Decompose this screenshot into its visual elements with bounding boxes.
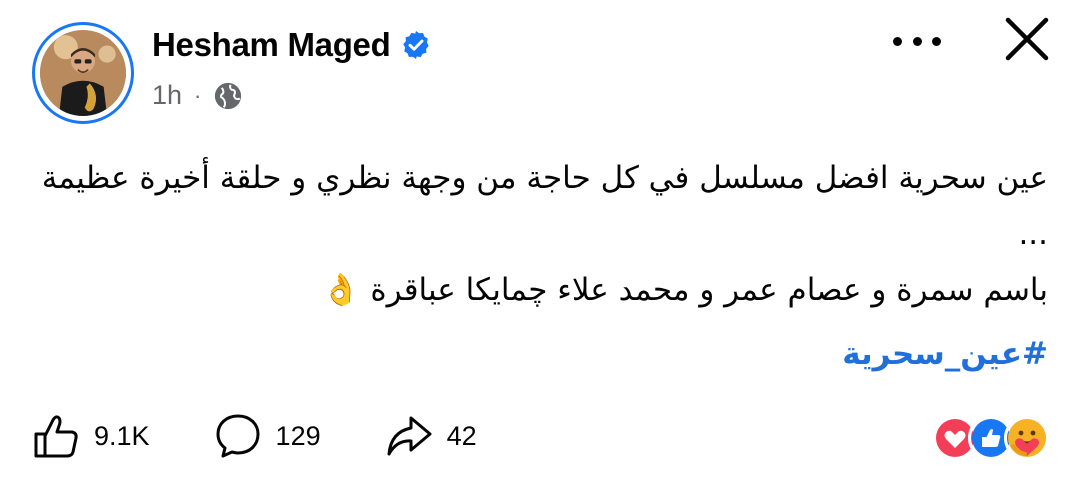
- post-text-line: ...: [1018, 216, 1048, 252]
- post-body: عين سحرية افضل مسلسل في كل حاجة من وجهة …: [38, 150, 1048, 318]
- share-button[interactable]: 42: [385, 412, 477, 460]
- verified-badge-icon: [403, 31, 430, 59]
- care-reaction-icon: [1004, 415, 1050, 461]
- author-row: Hesham Maged: [152, 26, 432, 64]
- more-dot-icon: [932, 36, 941, 46]
- avatar-photo: [40, 30, 126, 116]
- comment-icon: [216, 414, 260, 458]
- post-timestamp[interactable]: 1h: [152, 80, 182, 111]
- like-button[interactable]: 9.1K: [32, 412, 150, 460]
- more-dot-icon: [893, 36, 902, 46]
- thumbs-up-icon: [34, 415, 78, 458]
- like-count: 9.1K: [94, 420, 150, 451]
- globe-icon: [215, 82, 242, 109]
- close-icon[interactable]: [1004, 16, 1050, 62]
- profile-avatar[interactable]: [32, 22, 134, 124]
- post-text-line: عين سحرية افضل مسلسل في كل حاجة من وجهة …: [41, 160, 1048, 196]
- hashtag-link[interactable]: #عين_سحرية: [842, 336, 1048, 372]
- meta-separator: ·: [194, 82, 202, 108]
- action-bar: 9.1K 129 42: [32, 412, 541, 460]
- post-meta: 1h ·: [152, 80, 243, 111]
- author-name[interactable]: Hesham Maged: [152, 26, 391, 64]
- post-text-line: باسم سمرة و عصام عمر و محمد علاء چمايكا …: [321, 272, 1048, 308]
- more-dot-icon: [912, 36, 922, 46]
- reaction-summary[interactable]: [932, 415, 1050, 461]
- share-count: 42: [446, 420, 477, 451]
- more-options-button[interactable]: [893, 26, 941, 56]
- comment-button[interactable]: 129: [214, 412, 321, 460]
- share-icon: [387, 416, 432, 456]
- comment-count: 129: [275, 420, 321, 451]
